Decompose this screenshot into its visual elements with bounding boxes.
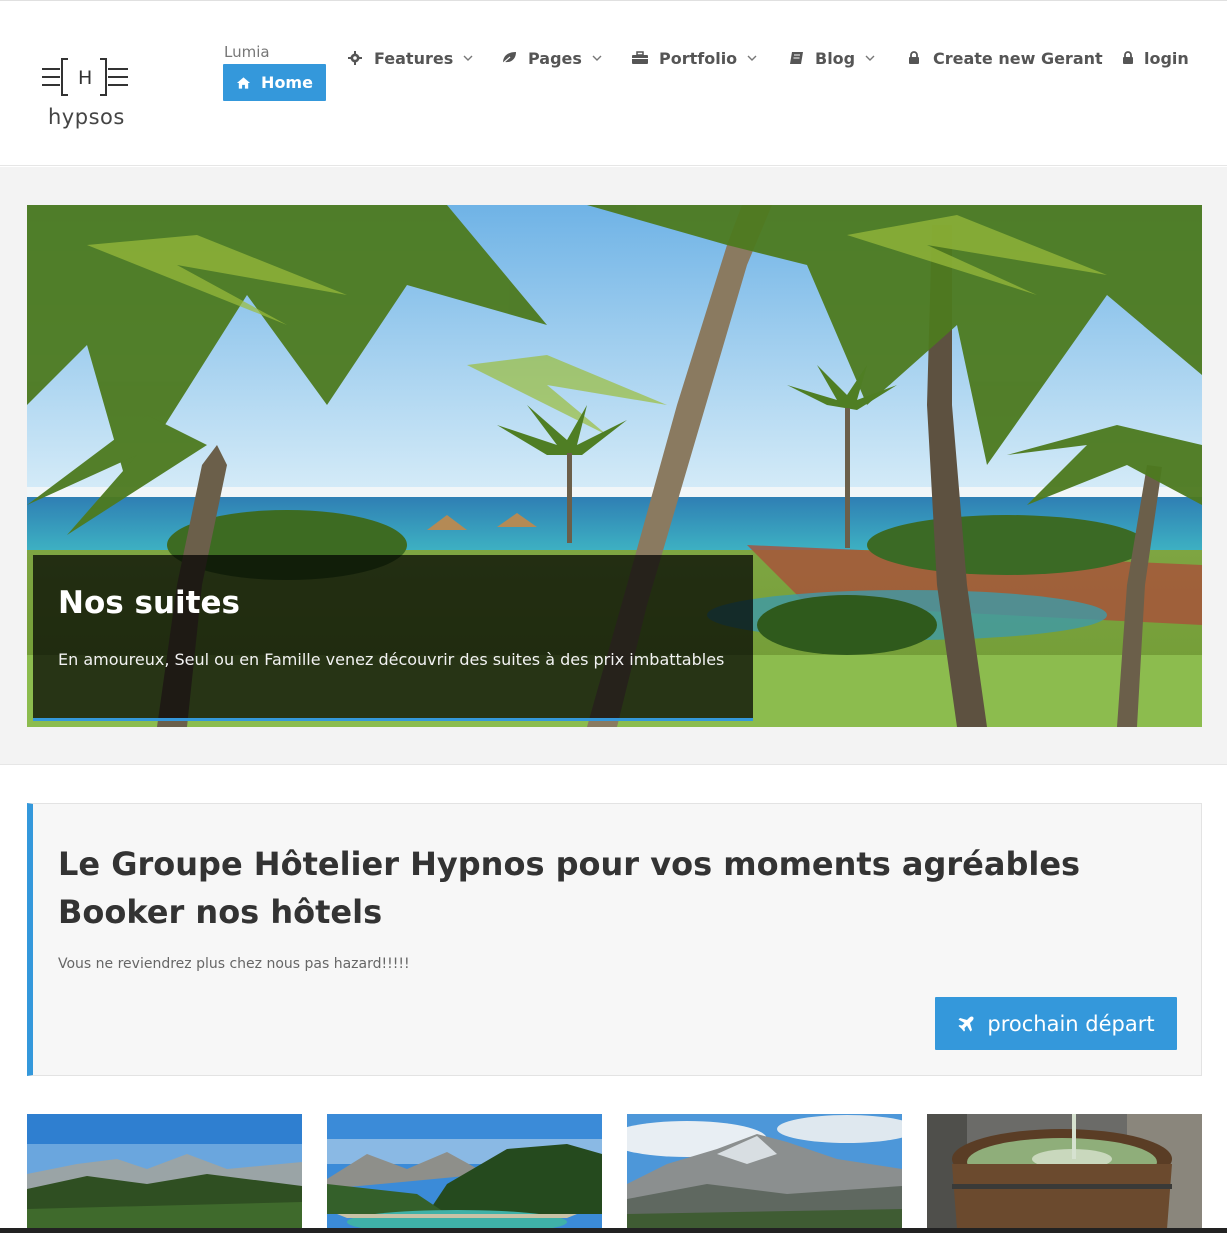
mountain-peak-image (627, 1114, 902, 1229)
logo-text: hypsos (48, 105, 125, 129)
mountain-lake-image (327, 1114, 602, 1229)
nav-features-label: Features (374, 48, 454, 68)
bottom-edge-bar (0, 1228, 1227, 1233)
nav-portfolio-label: Portfolio (659, 48, 738, 68)
cta-subtitle: Vous ne reviendrez plus chez nous pas ha… (58, 956, 410, 972)
nav-blog-label: Blog (815, 48, 856, 68)
nav-create-gerant[interactable]: Create new Gerant (906, 47, 1103, 69)
briefcase-icon (632, 50, 648, 66)
nav-pages-label: Pages (528, 48, 582, 68)
plane-icon (958, 1015, 974, 1031)
hotel-thumbnail[interactable] (27, 1114, 302, 1229)
nav-home-button[interactable]: Home (223, 64, 326, 101)
hotel-thumbnail[interactable] (627, 1114, 902, 1229)
prochain-depart-button[interactable]: prochain départ (935, 997, 1177, 1050)
nav-pages[interactable]: Pages (501, 47, 602, 69)
slide-description: En amoureux, Seul ou en Famille venez dé… (58, 650, 725, 669)
nav-portfolio[interactable]: Portfolio (632, 47, 757, 69)
gear-icon (347, 50, 363, 66)
nav-blog[interactable]: Blog (788, 47, 875, 69)
book-icon (788, 50, 804, 66)
nav-login[interactable]: login (1120, 47, 1189, 69)
slide-caption: Nos suites En amoureux, Seul ou en Famil… (33, 555, 753, 721)
logo-letter: H (78, 67, 93, 89)
chevron-down-icon (463, 55, 473, 61)
nav-features[interactable]: Features (347, 47, 473, 69)
wooden-fountain-image (927, 1114, 1202, 1229)
hotel-thumbnail[interactable] (927, 1114, 1202, 1229)
chevron-down-icon (592, 55, 602, 61)
lock-icon (1120, 50, 1136, 66)
call-to-action-box: Le Groupe Hôtelier Hypnos pour vos momen… (27, 803, 1202, 1076)
leaf-icon (501, 50, 517, 66)
hotel-thumbnail[interactable] (327, 1114, 602, 1229)
nav-login-label: login (1144, 48, 1189, 68)
slide-title: Nos suites (58, 585, 240, 621)
page: H hypsos Lumia Home Features Pages Portf… (0, 0, 1227, 1233)
chevron-down-icon (747, 55, 757, 61)
lock-icon (906, 50, 922, 66)
cta-title: Le Groupe Hôtelier Hypnos pour vos momen… (58, 845, 1081, 931)
home-icon (236, 76, 251, 89)
brand-label[interactable]: Lumia (224, 43, 270, 61)
mountain-forest-image (27, 1114, 302, 1229)
prochain-depart-label: prochain départ (987, 1011, 1155, 1036)
chevron-down-icon (865, 55, 875, 61)
home-label: Home (261, 73, 313, 92)
site-header: H hypsos Lumia Home Features Pages Portf… (0, 0, 1227, 166)
nav-create-gerant-label: Create new Gerant (933, 48, 1103, 68)
